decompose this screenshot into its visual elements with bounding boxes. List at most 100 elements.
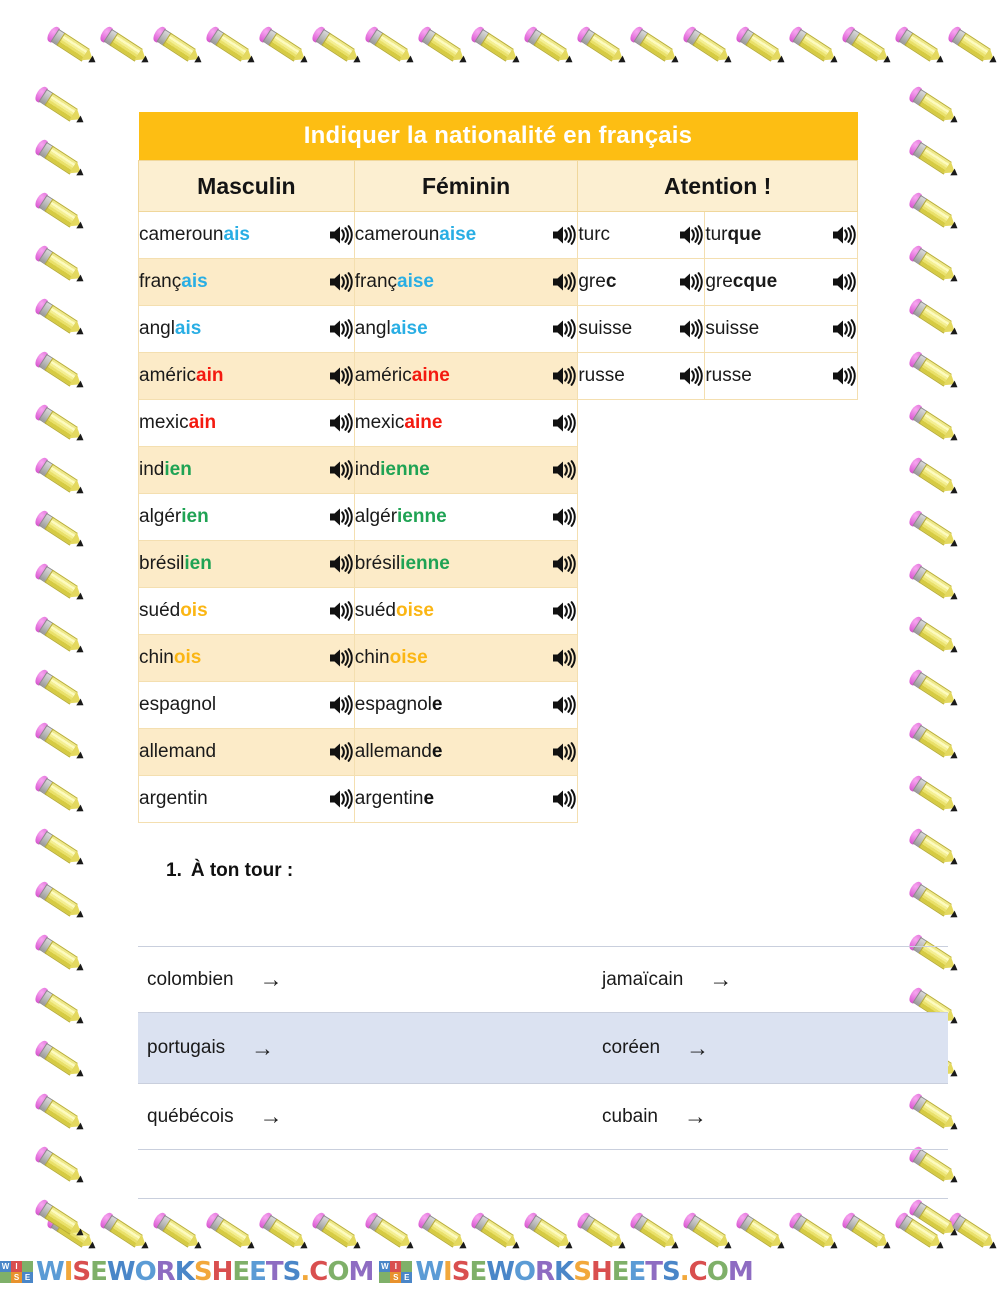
speaker-icon[interactable] [328, 365, 354, 387]
nationality-table: Indiquer la nationalité en français Masc… [138, 112, 858, 823]
exercise-answer-blank[interactable] [309, 970, 602, 990]
exercise-bottom-rule [138, 1149, 948, 1198]
speaker-icon[interactable] [328, 694, 354, 716]
exercise-label: À ton tour : [190, 860, 294, 881]
speaker-icon[interactable] [678, 224, 704, 246]
feminine-word: camerounaise [354, 224, 477, 245]
speaker-icon[interactable] [831, 318, 857, 340]
empty-cell [704, 446, 858, 494]
speaker-icon[interactable] [328, 553, 354, 575]
speaker-icon[interactable] [551, 788, 577, 810]
masculine-cell: français [138, 258, 355, 306]
masculine-cell: espagnol [138, 681, 355, 729]
masculine-cell: brésilien [138, 540, 355, 588]
table-title: Indiquer la nationalité en français [138, 112, 858, 161]
feminine-cell: chinoise [353, 634, 579, 682]
speaker-icon[interactable] [678, 271, 704, 293]
feminine-cell: allemande [353, 728, 579, 776]
exercise-row: colombien → jamaïcain → [138, 946, 948, 1012]
table-row: espagnol espagnole [138, 681, 858, 729]
feminine-word: suédoise [354, 600, 434, 621]
speaker-icon[interactable] [328, 600, 354, 622]
table-row: allemand allemande [138, 728, 858, 776]
feminine-cell: indienne [353, 446, 579, 494]
speaker-icon[interactable] [551, 553, 577, 575]
attention-feminine-word: turque [705, 224, 762, 245]
empty-cell [577, 775, 705, 823]
masculine-word: allemand [139, 741, 217, 762]
speaker-icon[interactable] [328, 459, 354, 481]
masculine-word: suédois [139, 600, 208, 621]
arrow-icon: → [259, 966, 283, 992]
speaker-icon[interactable] [551, 694, 577, 716]
speaker-icon[interactable] [551, 459, 577, 481]
speaker-icon[interactable] [551, 224, 577, 246]
speaker-icon[interactable] [328, 788, 354, 810]
masculine-word: indien [139, 459, 192, 480]
masculine-word: argentin [139, 788, 208, 809]
watermark-logo: W I S E WISEWORKSHEETS.COM [0, 1257, 374, 1287]
feminine-cell: camerounaise [353, 211, 579, 259]
speaker-icon[interactable] [328, 647, 354, 669]
speaker-icon[interactable] [551, 600, 577, 622]
exercise-answer-blank[interactable] [309, 1107, 602, 1127]
attention-masculine-word: suisse [578, 318, 633, 339]
speaker-icon[interactable] [678, 365, 704, 387]
wise-badge-icon: WISE [0, 1260, 33, 1283]
attention-masculine-cell: grec [577, 258, 706, 306]
exercise-title: 1. À ton tour : [166, 860, 293, 882]
masculine-cell: mexicain [138, 399, 355, 447]
speaker-icon[interactable] [551, 741, 577, 763]
watermark-text: WISEWORKSHEETS.COM [415, 1256, 753, 1287]
wise-badge-icon: WISE [379, 1260, 413, 1283]
masculine-cell: camerounais [138, 211, 355, 259]
masculine-word: américain [139, 365, 224, 386]
masculine-cell: suédois [138, 587, 355, 635]
empty-cell [577, 540, 705, 588]
speaker-icon[interactable] [678, 318, 704, 340]
feminine-word: espagnole [354, 694, 443, 715]
exercise-prompt-word: colombien [147, 968, 234, 990]
speaker-icon[interactable] [831, 224, 857, 246]
speaker-icon[interactable] [328, 318, 354, 340]
speaker-icon[interactable] [831, 365, 857, 387]
feminine-word: française [354, 271, 434, 292]
attention-masculine-word: grec [578, 271, 617, 292]
feminine-word: algérienne [354, 506, 447, 527]
masculine-cell: algérien [138, 493, 355, 541]
attention-feminine-word: russe [705, 365, 752, 386]
exercise-row: québécois → cubain → [138, 1083, 948, 1149]
feminine-word: mexicaine [354, 412, 443, 433]
speaker-icon[interactable] [551, 365, 577, 387]
feminine-word: chinoise [354, 647, 428, 668]
speaker-icon[interactable] [831, 271, 857, 293]
feminine-cell: algérienne [353, 493, 579, 541]
worksheet-content: Indiquer la nationalité en français Masc… [0, 0, 1000, 1291]
exercise-answer-blank[interactable] [300, 1038, 602, 1058]
speaker-icon[interactable] [328, 224, 354, 246]
masculine-cell: anglais [138, 305, 355, 353]
speaker-icon[interactable] [551, 506, 577, 528]
table-row: algérien algérienne [138, 493, 858, 541]
table-row: mexicain mexicaine [138, 399, 858, 447]
empty-cell [704, 634, 858, 682]
table-row: anglais anglaise suisse suisse [138, 305, 858, 353]
speaker-icon[interactable] [328, 506, 354, 528]
empty-cell [577, 587, 705, 635]
masculine-cell: indien [138, 446, 355, 494]
speaker-icon[interactable] [328, 741, 354, 763]
feminine-cell: espagnole [353, 681, 579, 729]
speaker-icon[interactable] [551, 647, 577, 669]
speaker-icon[interactable] [328, 271, 354, 293]
column-header-attention: Atention ! [577, 160, 858, 212]
masculine-word: algérien [139, 506, 209, 527]
masculine-word: chinois [139, 647, 202, 668]
speaker-icon[interactable] [551, 271, 577, 293]
speaker-icon[interactable] [551, 412, 577, 434]
masculine-word: français [139, 271, 208, 292]
watermark-logo: W I S E WISEWORKSHEETS.COM [379, 1256, 754, 1287]
attention-masculine-cell: turc [577, 211, 706, 259]
speaker-icon[interactable] [551, 318, 577, 340]
empty-cell [704, 681, 858, 729]
speaker-icon[interactable] [328, 412, 354, 434]
